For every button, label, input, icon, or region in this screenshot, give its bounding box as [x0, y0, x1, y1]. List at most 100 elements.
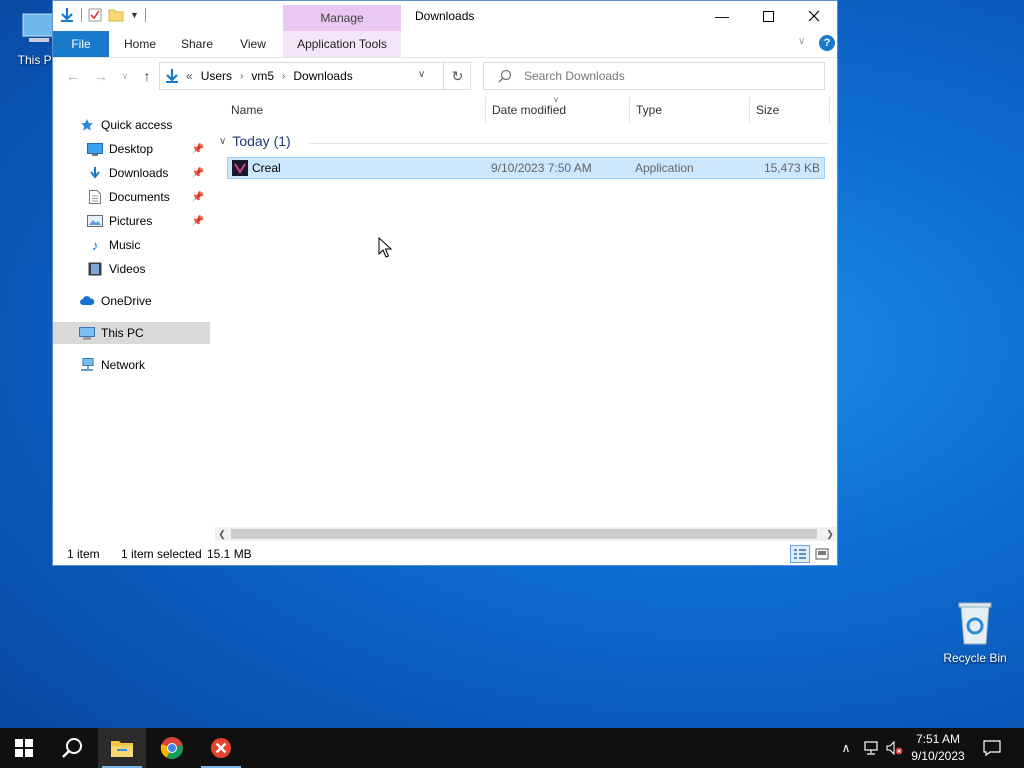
group-label: Today (1) — [232, 133, 291, 149]
group-header-today[interactable]: ∨ Today (1) — [219, 133, 291, 149]
scroll-left-icon[interactable]: ❮ — [215, 527, 229, 541]
pin-icon[interactable]: 📌 — [192, 144, 204, 155]
sidebar-item-label: Documents — [109, 190, 170, 204]
status-size: 15.1 MB — [207, 547, 252, 561]
folder-icon — [111, 741, 133, 757]
sidebar-item-onedrive[interactable]: OneDrive — [53, 290, 210, 312]
back-button[interactable]: ← — [63, 67, 83, 85]
red-x-app-icon — [211, 738, 231, 758]
network-status-icon — [864, 741, 878, 755]
ribbon: File Home Share View Application Tools ∨… — [53, 31, 837, 58]
column-header-type[interactable]: Type — [636, 103, 662, 117]
tab-home[interactable]: Home — [115, 31, 165, 57]
sidebar-item-desktop[interactable]: Desktop 📌 — [53, 138, 210, 160]
window-title: Downloads — [415, 9, 475, 23]
mouse-cursor-icon — [378, 237, 392, 258]
show-hidden-icons-button[interactable]: ∧ — [836, 728, 856, 768]
pin-icon[interactable]: 📌 — [192, 192, 204, 203]
sidebar-item-label: This PC — [101, 326, 144, 340]
breadcrumb-downloads[interactable]: Downloads — [293, 69, 352, 83]
column-header-date-modified[interactable]: Date modified — [492, 103, 566, 117]
forward-button[interactable]: → — [91, 67, 111, 85]
breadcrumb-overflow[interactable]: « — [186, 69, 193, 83]
sidebar-item-this-pc[interactable]: This PC — [53, 322, 210, 344]
large-icons-view-icon — [815, 548, 829, 560]
taskbar-chrome[interactable] — [148, 728, 196, 768]
column-header-name[interactable]: Name — [231, 103, 263, 117]
videos-icon — [87, 262, 103, 276]
minimize-button[interactable]: — — [699, 1, 745, 31]
pictures-icon — [87, 214, 103, 228]
large-icons-view-button[interactable] — [812, 545, 832, 563]
title-bar: ▼ Manage Downloads — — [53, 1, 837, 31]
recycle-bin-icon — [958, 602, 992, 645]
details-view-button[interactable] — [790, 545, 810, 563]
clock-time: 7:51 AM — [915, 732, 961, 746]
taskbar-app-red[interactable] — [197, 728, 245, 768]
maximize-button[interactable] — [745, 1, 791, 31]
music-icon: ♪ — [91, 237, 99, 253]
sidebar-item-label: Downloads — [109, 166, 169, 180]
up-button[interactable]: ↑ — [137, 67, 157, 85]
close-button[interactable] — [791, 1, 837, 31]
tab-share[interactable]: Share — [173, 31, 221, 57]
pin-icon[interactable]: 📌 — [192, 168, 204, 179]
new-folder-icon[interactable] — [108, 8, 124, 22]
column-header-size[interactable]: Size — [756, 103, 779, 117]
scroll-right-icon[interactable]: ❯ — [823, 527, 837, 541]
sidebar-item-downloads[interactable]: Downloads 📌 — [53, 162, 210, 184]
search-icon — [62, 738, 82, 758]
tab-manage[interactable]: Manage — [283, 5, 401, 31]
tab-file[interactable]: File — [53, 31, 109, 57]
table-row[interactable]: Creal 9/10/2023 7:50 AM Application 15,4… — [227, 157, 825, 179]
desktop-recycle-bin[interactable]: Recycle Bin — [940, 600, 1010, 665]
address-dropdown-icon[interactable]: ∨ — [418, 69, 425, 80]
download-arrow-icon — [166, 69, 178, 83]
properties-icon[interactable] — [88, 8, 102, 22]
status-bar: 1 item 1 item selected 15.1 MB — [53, 545, 837, 565]
breadcrumb-vm5[interactable]: vm5 — [251, 69, 274, 83]
expand-ribbon-icon[interactable]: ∨ — [798, 36, 805, 47]
refresh-button[interactable]: ↻ — [443, 62, 471, 90]
action-center-button[interactable] — [980, 728, 1004, 768]
sidebar-item-label: Pictures — [109, 214, 153, 228]
address-bar[interactable]: « Users › vm5 › Downloads ∨ — [159, 62, 471, 90]
tab-view[interactable]: View — [231, 31, 275, 57]
search-button[interactable] — [48, 728, 96, 768]
forward-arrow-icon: → — [94, 68, 108, 84]
documents-icon — [87, 190, 103, 204]
customize-qat-icon[interactable]: ▼ — [130, 10, 139, 20]
breadcrumb-users[interactable]: Users — [201, 69, 232, 83]
sidebar-item-pictures[interactable]: Pictures 📌 — [53, 210, 210, 232]
tab-application-tools[interactable]: Application Tools — [283, 31, 401, 57]
chevron-down-icon: ∨ — [121, 71, 129, 81]
start-button[interactable] — [0, 728, 48, 768]
sidebar-item-label: Network — [101, 358, 146, 372]
scrollbar-thumb[interactable] — [231, 529, 817, 539]
pin-icon[interactable]: 📌 — [192, 216, 204, 227]
navigation-bar: ← → ∨ ↑ « Users › vm5 › Downloads ∨ ↻ Se… — [53, 59, 837, 93]
breadcrumb-separator-icon[interactable]: › — [282, 71, 285, 82]
application-icon — [232, 160, 248, 176]
sidebar-item-quick-access[interactable]: Quick access — [53, 114, 210, 136]
horizontal-scrollbar[interactable]: ❮ ❯ — [215, 527, 837, 541]
sidebar-item-label: Desktop — [109, 142, 154, 156]
breadcrumb-separator-icon[interactable]: › — [240, 71, 243, 82]
search-box[interactable]: Search Downloads — [483, 62, 825, 90]
sidebar-item-network[interactable]: Network — [53, 354, 210, 376]
computer-icon — [79, 326, 95, 340]
help-icon[interactable]: ? — [819, 35, 835, 51]
quick-access-toolbar: ▼ — [59, 7, 146, 23]
taskbar-file-explorer[interactable] — [98, 728, 146, 768]
download-arrow-icon[interactable] — [59, 7, 75, 23]
close-icon — [808, 10, 820, 22]
sidebar-item-videos[interactable]: Videos — [53, 258, 210, 280]
sidebar-item-label: Videos — [109, 262, 146, 276]
sidebar-item-documents[interactable]: Documents 📌 — [53, 186, 210, 208]
taskbar-clock[interactable]: 7:51 AM 9/10/2023 — [898, 731, 978, 765]
network-icon — [79, 358, 95, 372]
recent-locations-button[interactable]: ∨ — [115, 67, 135, 85]
sidebar-item-music[interactable]: ♪ Music — [53, 234, 210, 256]
desktop-icon — [87, 142, 103, 156]
network-tray-button[interactable] — [860, 728, 882, 768]
